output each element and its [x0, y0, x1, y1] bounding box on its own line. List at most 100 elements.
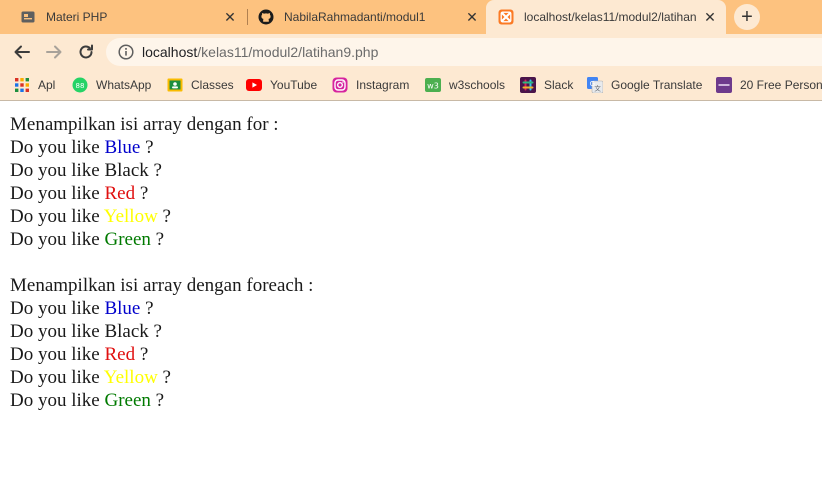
- question-prefix: Do you like: [10, 137, 100, 158]
- bookmark-youtube[interactable]: YouTube: [246, 76, 317, 94]
- color-question-line: Do you like Blue ?: [10, 136, 313, 159]
- bookmark-label: Google Translate: [611, 78, 703, 92]
- back-button[interactable]: [11, 41, 33, 63]
- svg-text:w3: w3: [427, 82, 439, 91]
- slack-icon: [520, 77, 536, 93]
- bookmark-label: Apl: [38, 78, 56, 92]
- color-question-line: Do you like Blue ?: [10, 297, 313, 320]
- color-word: Blue: [104, 298, 141, 319]
- section-heading: Menampilkan isi array dengan foreach :: [10, 275, 314, 296]
- bookmark-label: 20 Free Persona: [740, 78, 822, 92]
- tab-materi-php[interactable]: Materi PHP ✕: [10, 0, 244, 34]
- question-suffix: ?: [155, 390, 165, 411]
- question-prefix: Do you like: [10, 229, 100, 250]
- reload-button[interactable]: [75, 41, 97, 63]
- tab-title: NabilaRahmadanti/modul1: [284, 10, 426, 24]
- bookmark-20-free-persona[interactable]: 20 Free Persona: [716, 76, 822, 94]
- xampp-icon: [498, 9, 514, 25]
- question-prefix: Do you like: [10, 206, 100, 227]
- svg-text:文: 文: [594, 84, 601, 93]
- color-question-line: Do you like Green ?: [10, 389, 313, 412]
- color-question-line: Do you like Red ?: [10, 343, 313, 366]
- arrow-left-icon: [14, 45, 30, 59]
- question-suffix: ?: [162, 367, 171, 388]
- url-path: /kelas11/modul2/latihan9.php: [197, 44, 379, 60]
- color-question-line: Do you like Green ?: [10, 228, 313, 251]
- bookmark-whatsapp[interactable]: 88 WhatsApp: [72, 76, 151, 94]
- question-suffix: ?: [153, 160, 162, 181]
- plus-icon: +: [741, 6, 753, 28]
- section-heading: Menampilkan isi array dengan for :: [10, 114, 279, 135]
- question-suffix: ?: [139, 183, 149, 204]
- question-suffix: ?: [145, 298, 154, 319]
- youtube-icon: [246, 77, 262, 93]
- url-text[interactable]: localhost/kelas11/modul2/latihan9.php: [142, 44, 378, 60]
- tab-title: Materi PHP: [46, 10, 108, 24]
- bookmark-label: Instagram: [356, 78, 410, 92]
- bookmark-label: Slack: [544, 78, 574, 92]
- question-suffix: ?: [155, 229, 165, 250]
- color-word: Yellow: [103, 206, 158, 227]
- bookmark-instagram[interactable]: Instagram: [332, 76, 409, 94]
- color-word: Yellow: [103, 367, 158, 388]
- whatsapp-icon: 88: [72, 77, 88, 93]
- color-question-line: Do you like Black ?: [10, 320, 313, 343]
- page-content: Menampilkan isi array dengan for : Do you…: [10, 113, 313, 412]
- question-prefix: Do you like: [10, 367, 100, 388]
- forward-button[interactable]: [43, 41, 65, 63]
- color-question-line: Do you like Yellow ?: [10, 205, 313, 228]
- tab-strip: Materi PHP ✕ NabilaRahmadanti/modul1 ✕ l…: [0, 0, 822, 34]
- color-question-line: Do you like Yellow ?: [10, 366, 313, 389]
- info-icon[interactable]: [118, 44, 134, 60]
- bookmark-label: Classes: [191, 78, 234, 92]
- color-word: Green: [104, 390, 151, 411]
- document-icon: [20, 9, 36, 25]
- tab-title: localhost/kelas11/modul2/latihan: [524, 10, 697, 24]
- question-suffix: ?: [139, 344, 149, 365]
- google-translate-icon: G文: [587, 77, 603, 93]
- question-prefix: Do you like: [10, 344, 100, 365]
- arrow-right-icon: [46, 45, 62, 59]
- colorlib-icon: [716, 77, 732, 93]
- question-prefix: Do you like: [10, 298, 100, 319]
- color-word: Red: [104, 183, 136, 204]
- page-viewport: Menampilkan isi array dengan for : Do you…: [0, 102, 822, 500]
- color-word: Green: [104, 229, 151, 250]
- close-tab-icon[interactable]: ✕: [222, 9, 238, 25]
- question-suffix: ?: [153, 321, 162, 342]
- tab-localhost-latihan9[interactable]: localhost/kelas11/modul2/latihan ✕: [486, 0, 726, 34]
- color-word: Black: [104, 321, 149, 342]
- bookmarks-bar: Apl 88 WhatsApp Classes YouTube Instagra…: [0, 70, 822, 101]
- color-word: Black: [104, 160, 149, 181]
- bookmark-label: WhatsApp: [96, 78, 152, 92]
- tab-github-modul1[interactable]: NabilaRahmadanti/modul1 ✕: [248, 0, 486, 34]
- color-word: Red: [104, 344, 136, 365]
- bookmark-google-translate[interactable]: G文 Google Translate: [587, 76, 702, 94]
- instagram-icon: [332, 77, 348, 93]
- question-prefix: Do you like: [10, 183, 100, 204]
- svg-text:88: 88: [76, 82, 85, 90]
- address-bar[interactable]: localhost/kelas11/modul2/latihan9.php: [106, 38, 822, 66]
- question-prefix: Do you like: [10, 321, 100, 342]
- question-suffix: ?: [145, 137, 154, 158]
- apps-grid-icon: [14, 77, 30, 93]
- close-tab-icon[interactable]: ✕: [464, 9, 480, 25]
- color-word: Blue: [104, 137, 141, 158]
- question-prefix: Do you like: [10, 160, 100, 181]
- color-question-line: Do you like Black ?: [10, 159, 313, 182]
- bookmark-slack[interactable]: Slack: [520, 76, 573, 94]
- browser-toolbar: localhost/kelas11/modul2/latihan9.php: [0, 34, 822, 70]
- github-icon: [258, 9, 274, 25]
- bookmark-apl[interactable]: Apl: [14, 76, 55, 94]
- w3schools-icon: w3: [425, 77, 441, 93]
- question-suffix: ?: [162, 206, 171, 227]
- new-tab-button[interactable]: +: [734, 4, 760, 30]
- bookmark-label: w3schools: [449, 78, 506, 92]
- bookmark-classes[interactable]: Classes: [167, 76, 234, 94]
- url-host: localhost: [142, 44, 198, 60]
- question-prefix: Do you like: [10, 390, 100, 411]
- close-tab-icon[interactable]: ✕: [702, 9, 718, 25]
- bookmark-w3schools[interactable]: w3 w3schools: [425, 76, 505, 94]
- color-question-line: Do you like Red ?: [10, 182, 313, 205]
